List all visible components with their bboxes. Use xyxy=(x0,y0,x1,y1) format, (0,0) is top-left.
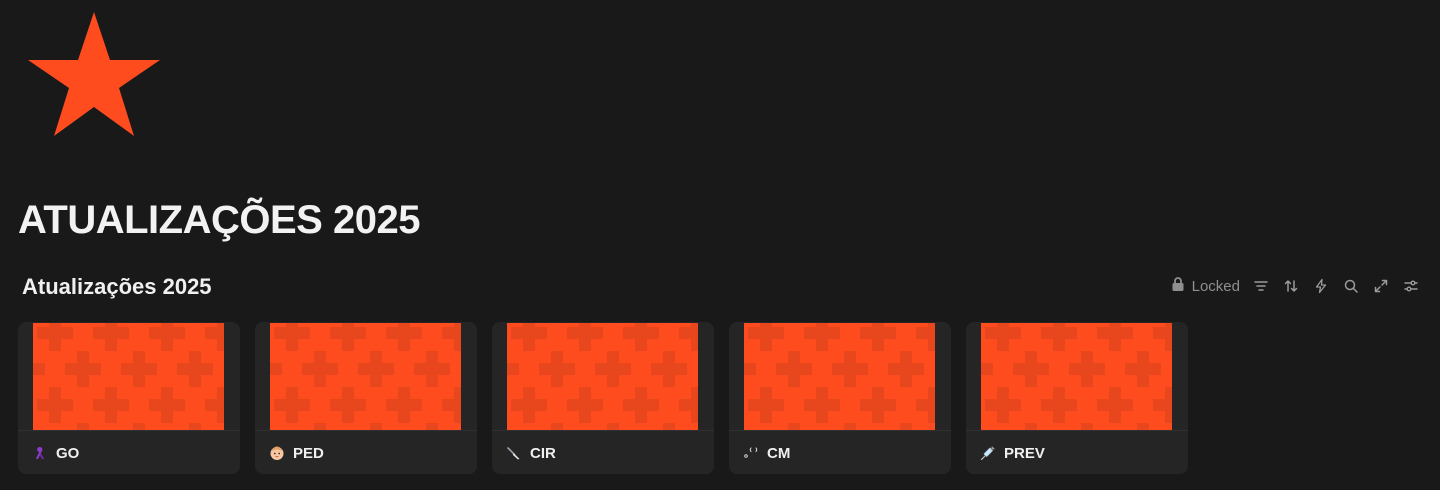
database-toolbar: Locked xyxy=(1170,274,1420,298)
sort-icon[interactable] xyxy=(1282,277,1300,295)
stethoscope-icon xyxy=(743,445,759,461)
card-label: PED xyxy=(269,443,324,463)
filter-icon[interactable] xyxy=(1252,277,1270,295)
card-divider xyxy=(492,430,714,431)
card-divider xyxy=(255,430,477,431)
card-divider xyxy=(966,430,1188,431)
locked-button[interactable]: Locked xyxy=(1170,276,1240,296)
baby-face-icon xyxy=(269,445,285,461)
card-label: PREV xyxy=(980,443,1045,463)
page-title: ATUALIZAÇÕES 2025 xyxy=(18,198,420,242)
card-divider xyxy=(729,430,951,431)
card-cover xyxy=(270,323,461,430)
automation-icon[interactable] xyxy=(1312,277,1330,295)
card-divider xyxy=(18,430,240,431)
database-title[interactable]: Atualizações 2025 xyxy=(22,274,212,300)
card-title: PREV xyxy=(1004,444,1045,462)
star-icon[interactable] xyxy=(26,10,162,140)
gallery-view: GO PED CIR CM PREV xyxy=(18,322,1188,474)
gallery-card-prev[interactable]: PREV xyxy=(966,322,1188,474)
locked-label: Locked xyxy=(1191,277,1240,295)
ribbon-icon xyxy=(32,445,48,461)
card-title: GO xyxy=(56,444,80,462)
settings-icon[interactable] xyxy=(1402,277,1420,295)
syringe-icon xyxy=(980,445,996,461)
card-cover xyxy=(744,323,935,430)
gallery-card-go[interactable]: GO xyxy=(18,322,240,474)
search-icon[interactable] xyxy=(1342,277,1360,295)
scalpel-icon xyxy=(506,445,522,461)
expand-icon[interactable] xyxy=(1372,277,1390,295)
card-label: CIR xyxy=(506,443,556,463)
card-cover xyxy=(507,323,698,430)
card-cover xyxy=(981,323,1172,430)
gallery-card-ped[interactable]: PED xyxy=(255,322,477,474)
card-cover xyxy=(33,323,224,430)
card-label: CM xyxy=(743,443,790,463)
card-title: PED xyxy=(293,444,324,462)
gallery-card-cm[interactable]: CM xyxy=(729,322,951,474)
card-title: CIR xyxy=(530,444,556,462)
card-title: CM xyxy=(767,444,791,462)
lock-icon xyxy=(1170,276,1186,296)
gallery-card-cir[interactable]: CIR xyxy=(492,322,714,474)
card-label: GO xyxy=(32,443,79,463)
